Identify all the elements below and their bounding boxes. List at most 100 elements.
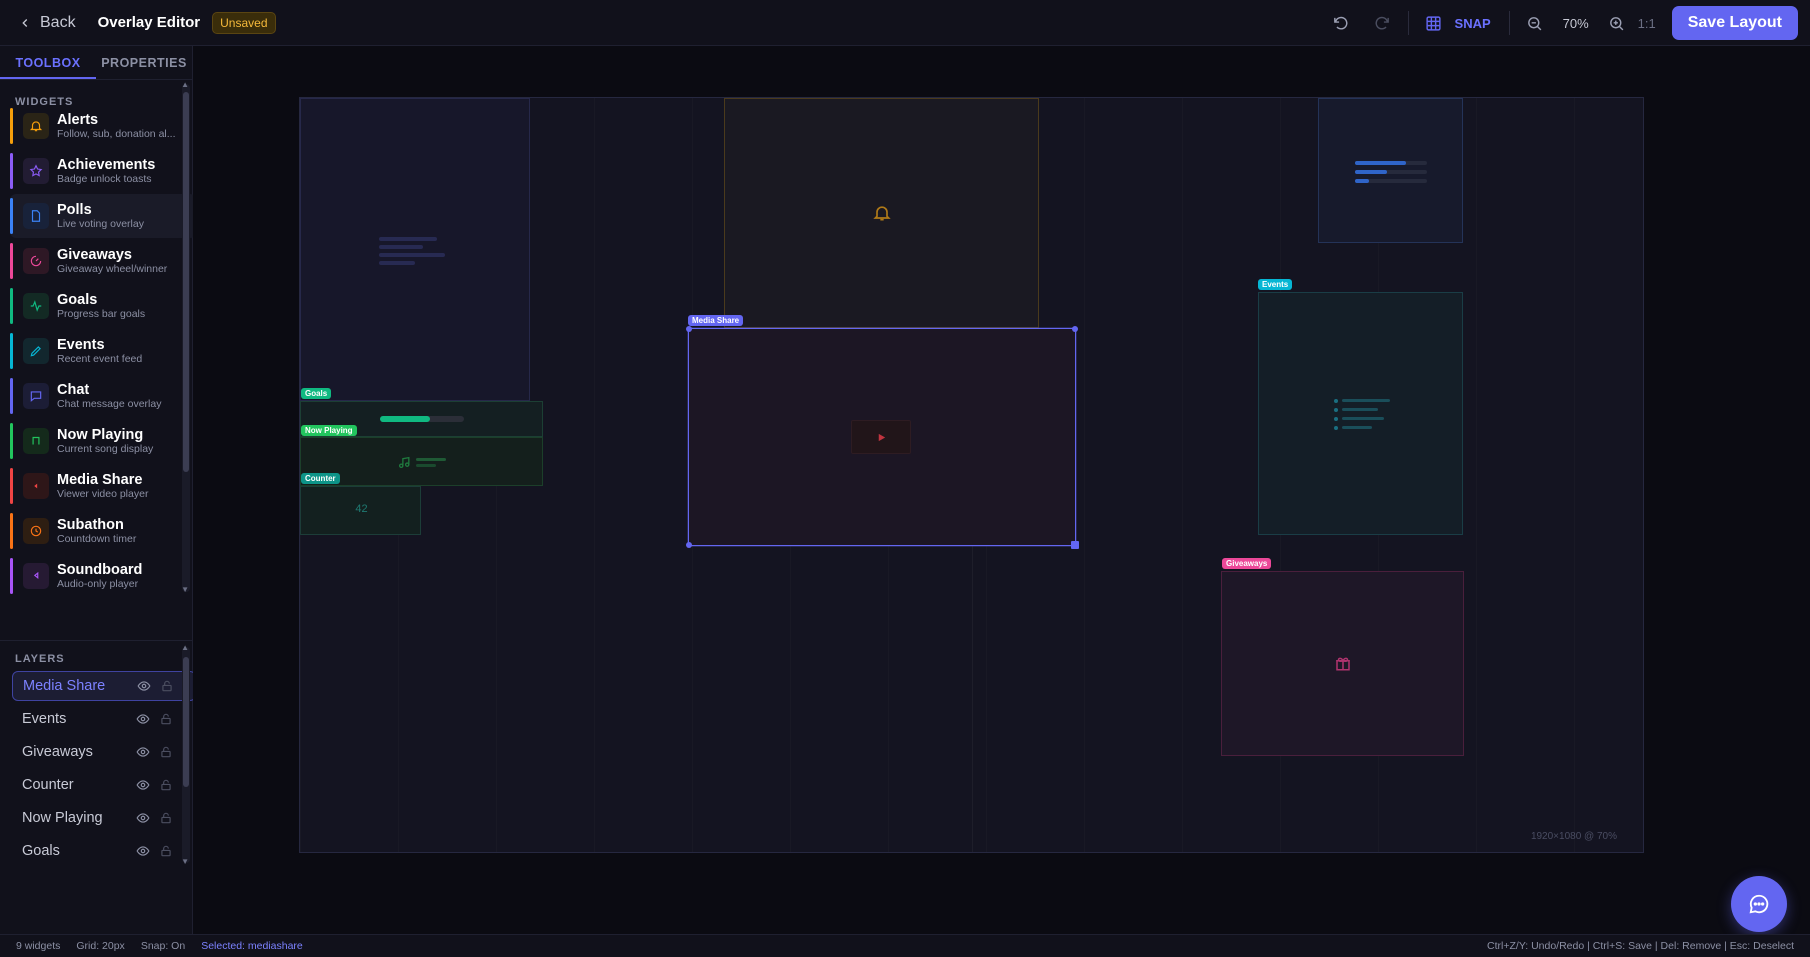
- widget-desc: Live voting overlay: [57, 218, 144, 230]
- widget-now-playing[interactable]: Now Playing Current song display: [10, 419, 193, 463]
- poll-fill: [1355, 161, 1406, 165]
- back-button[interactable]: Back: [18, 14, 76, 32]
- placeholder-line: [1342, 426, 1372, 429]
- widget-achievements[interactable]: Achievements Badge unlock toasts: [10, 149, 193, 193]
- scroll-thumb[interactable]: [183, 657, 189, 787]
- eye-icon[interactable]: [135, 677, 153, 695]
- grid-size: Grid: 20px: [76, 940, 125, 952]
- canvas-widget-giveaways[interactable]: [1221, 571, 1464, 756]
- canvas-widget-alerts[interactable]: [724, 98, 1039, 328]
- zoom-out-icon: [1528, 16, 1542, 30]
- eye-icon[interactable]: [134, 809, 152, 827]
- overlay-canvas[interactable]: Goals Now Playing Counter 42 Events Give…: [299, 97, 1644, 853]
- undo-button[interactable]: [1326, 8, 1356, 38]
- scroll-up-icon[interactable]: ▲: [181, 80, 189, 89]
- event-dot: [1334, 399, 1338, 403]
- widget-desc: Countdown timer: [57, 533, 137, 545]
- play-icon: [23, 473, 49, 499]
- lock-icon[interactable]: [157, 776, 175, 794]
- layer-item-media-share[interactable]: Media Share: [12, 671, 193, 701]
- music-icon: [398, 456, 410, 469]
- widgets-scrollbar[interactable]: [182, 84, 190, 592]
- lock-icon[interactable]: [157, 743, 175, 761]
- widget-desc: Giveaway wheel/winner: [57, 263, 168, 275]
- grid-toggle-button[interactable]: [1419, 8, 1449, 38]
- resize-handle-tl[interactable]: [686, 326, 692, 332]
- widget-accent: [10, 153, 13, 189]
- sidebar: TOOLBOX PROPERTIES WIDGETS Alerts Follow,…: [0, 46, 193, 934]
- music-icon: [23, 428, 49, 454]
- widget-desc: Progress bar goals: [57, 308, 146, 320]
- placeholder-line: [1342, 408, 1378, 411]
- resize-handle-tr[interactable]: [1072, 326, 1078, 332]
- tab-toolbox[interactable]: TOOLBOX: [0, 46, 96, 79]
- lock-icon[interactable]: [158, 677, 176, 695]
- toolbar-divider: [1407, 11, 1409, 35]
- scroll-thumb[interactable]: [183, 92, 189, 472]
- layer-item-events[interactable]: Events: [12, 704, 193, 734]
- widget-goals[interactable]: Goals Progress bar goals: [10, 284, 193, 328]
- scroll-up-icon[interactable]: ▲: [181, 643, 189, 652]
- placeholder-line: [379, 261, 415, 265]
- tab-properties[interactable]: PROPERTIES: [96, 46, 192, 79]
- placeholder-line: [379, 237, 437, 241]
- eye-icon[interactable]: [134, 842, 152, 860]
- canvas-widget-counter[interactable]: 42: [300, 486, 421, 535]
- clock-icon: [23, 518, 49, 544]
- layer-item-counter[interactable]: Counter: [12, 770, 193, 800]
- widget-accent: [10, 423, 13, 459]
- placeholder-line: [379, 253, 445, 257]
- scroll-down-icon[interactable]: ▼: [181, 585, 189, 594]
- chat-fab-button[interactable]: [1731, 876, 1787, 932]
- pencil-icon: [23, 338, 49, 364]
- widget-name: Alerts: [57, 112, 99, 128]
- widget-chat[interactable]: Chat Chat message overlay: [10, 374, 193, 418]
- redo-button[interactable]: [1368, 8, 1398, 38]
- reset-zoom-button[interactable]: 1:1: [1638, 16, 1656, 31]
- chat-bubble-icon: [1749, 894, 1769, 914]
- widget-desc: Audio-only player: [57, 578, 139, 590]
- eye-icon[interactable]: [134, 776, 152, 794]
- lock-icon[interactable]: [157, 809, 175, 827]
- canvas-widget-chat[interactable]: [300, 98, 530, 401]
- zoom-in-button[interactable]: [1602, 8, 1632, 38]
- placeholder-line: [416, 458, 446, 461]
- widget-name: Chat: [57, 382, 90, 398]
- widget-alerts[interactable]: Alerts Follow, sub, donation al...: [10, 104, 193, 148]
- eye-icon[interactable]: [134, 710, 152, 728]
- video-placeholder: [851, 420, 911, 454]
- widget-label-goals: Goals: [301, 388, 332, 399]
- toolbar-divider: [1508, 11, 1510, 35]
- resize-handle-br[interactable]: [1071, 541, 1079, 549]
- layers-scrollbar[interactable]: [182, 647, 190, 863]
- zoom-out-button[interactable]: [1520, 8, 1550, 38]
- layer-item-goals[interactable]: Goals: [12, 836, 193, 866]
- lock-icon[interactable]: [157, 842, 175, 860]
- layer-item-now-playing[interactable]: Now Playing: [12, 803, 193, 833]
- widgets-count: 9 widgets: [16, 940, 61, 952]
- widget-events[interactable]: Events Recent event feed: [10, 329, 193, 373]
- widgets-panel: WIDGETS Alerts Follow, sub, donation al..…: [0, 80, 193, 634]
- lock-icon[interactable]: [157, 710, 175, 728]
- gift-icon: [1336, 657, 1350, 671]
- widget-soundboard[interactable]: Soundboard Audio-only player: [10, 554, 193, 598]
- toolbar: SNAP 70% 1:1 Save Layout: [1326, 0, 1798, 46]
- zoom-level: 70%: [1562, 15, 1589, 31]
- widget-giveaways[interactable]: Giveaways Giveaway wheel/winner: [10, 239, 193, 283]
- widget-media-share[interactable]: Media Share Viewer video player: [10, 464, 193, 508]
- canvas-widget-events[interactable]: [1258, 292, 1463, 535]
- widget-subathon[interactable]: Subathon Countdown timer: [10, 509, 193, 553]
- scroll-down-icon[interactable]: ▼: [181, 857, 189, 866]
- resize-handle-bl[interactable]: [686, 542, 692, 548]
- save-layout-button[interactable]: Save Layout: [1671, 6, 1798, 40]
- widget-desc: Badge unlock toasts: [57, 173, 152, 185]
- eye-icon[interactable]: [134, 743, 152, 761]
- widget-polls[interactable]: Polls Live voting overlay: [10, 194, 193, 238]
- layer-item-giveaways[interactable]: Giveaways: [12, 737, 193, 767]
- widget-name: Media Share: [57, 472, 143, 488]
- canvas-widget-polls[interactable]: [1318, 98, 1463, 243]
- snap-toggle[interactable]: SNAP: [1455, 16, 1491, 31]
- canvas-widget-media-share[interactable]: [686, 326, 1079, 549]
- widget-desc: Current song display: [57, 443, 154, 455]
- keyboard-shortcuts: Ctrl+Z/Y: Undo/Redo | Ctrl+S: Save | Del…: [1487, 940, 1794, 952]
